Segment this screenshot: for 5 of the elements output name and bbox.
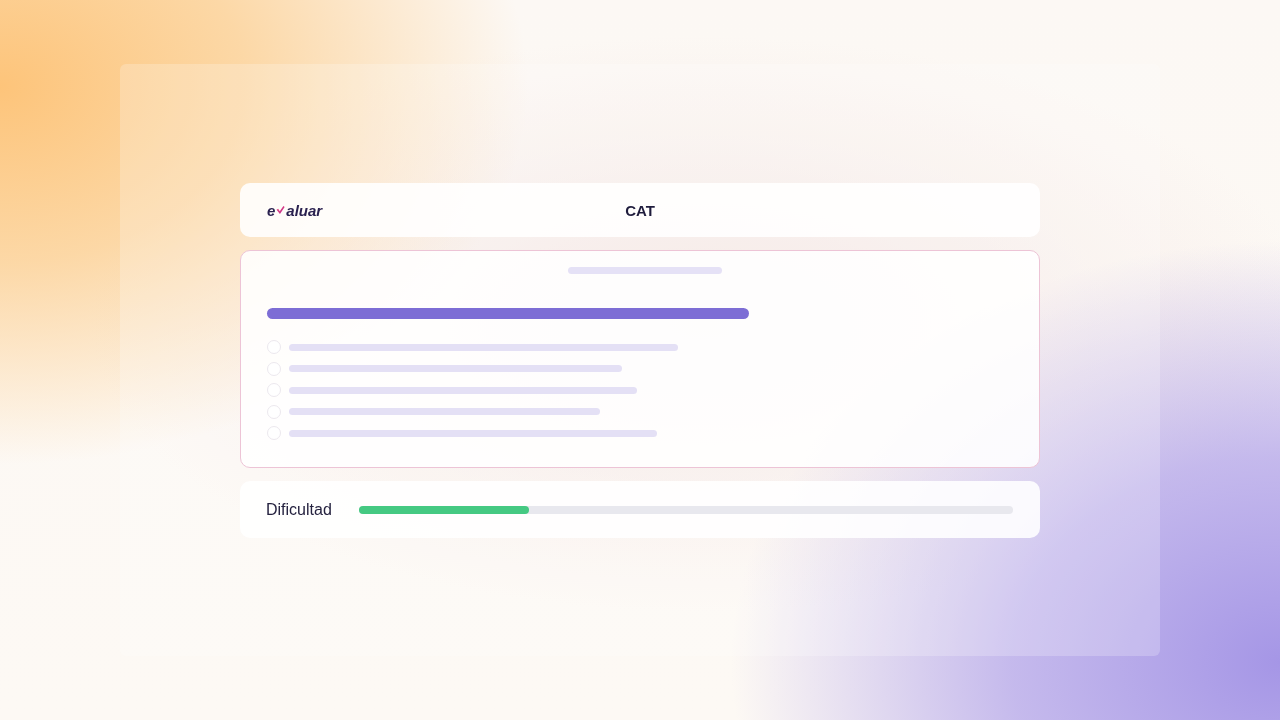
logo-text: e: [267, 202, 276, 218]
test-title: CAT: [625, 201, 655, 219]
difficulty-label: Dificultad: [266, 500, 332, 519]
check-mark-icon: [276, 205, 286, 215]
logo-text: aluar: [286, 202, 323, 218]
